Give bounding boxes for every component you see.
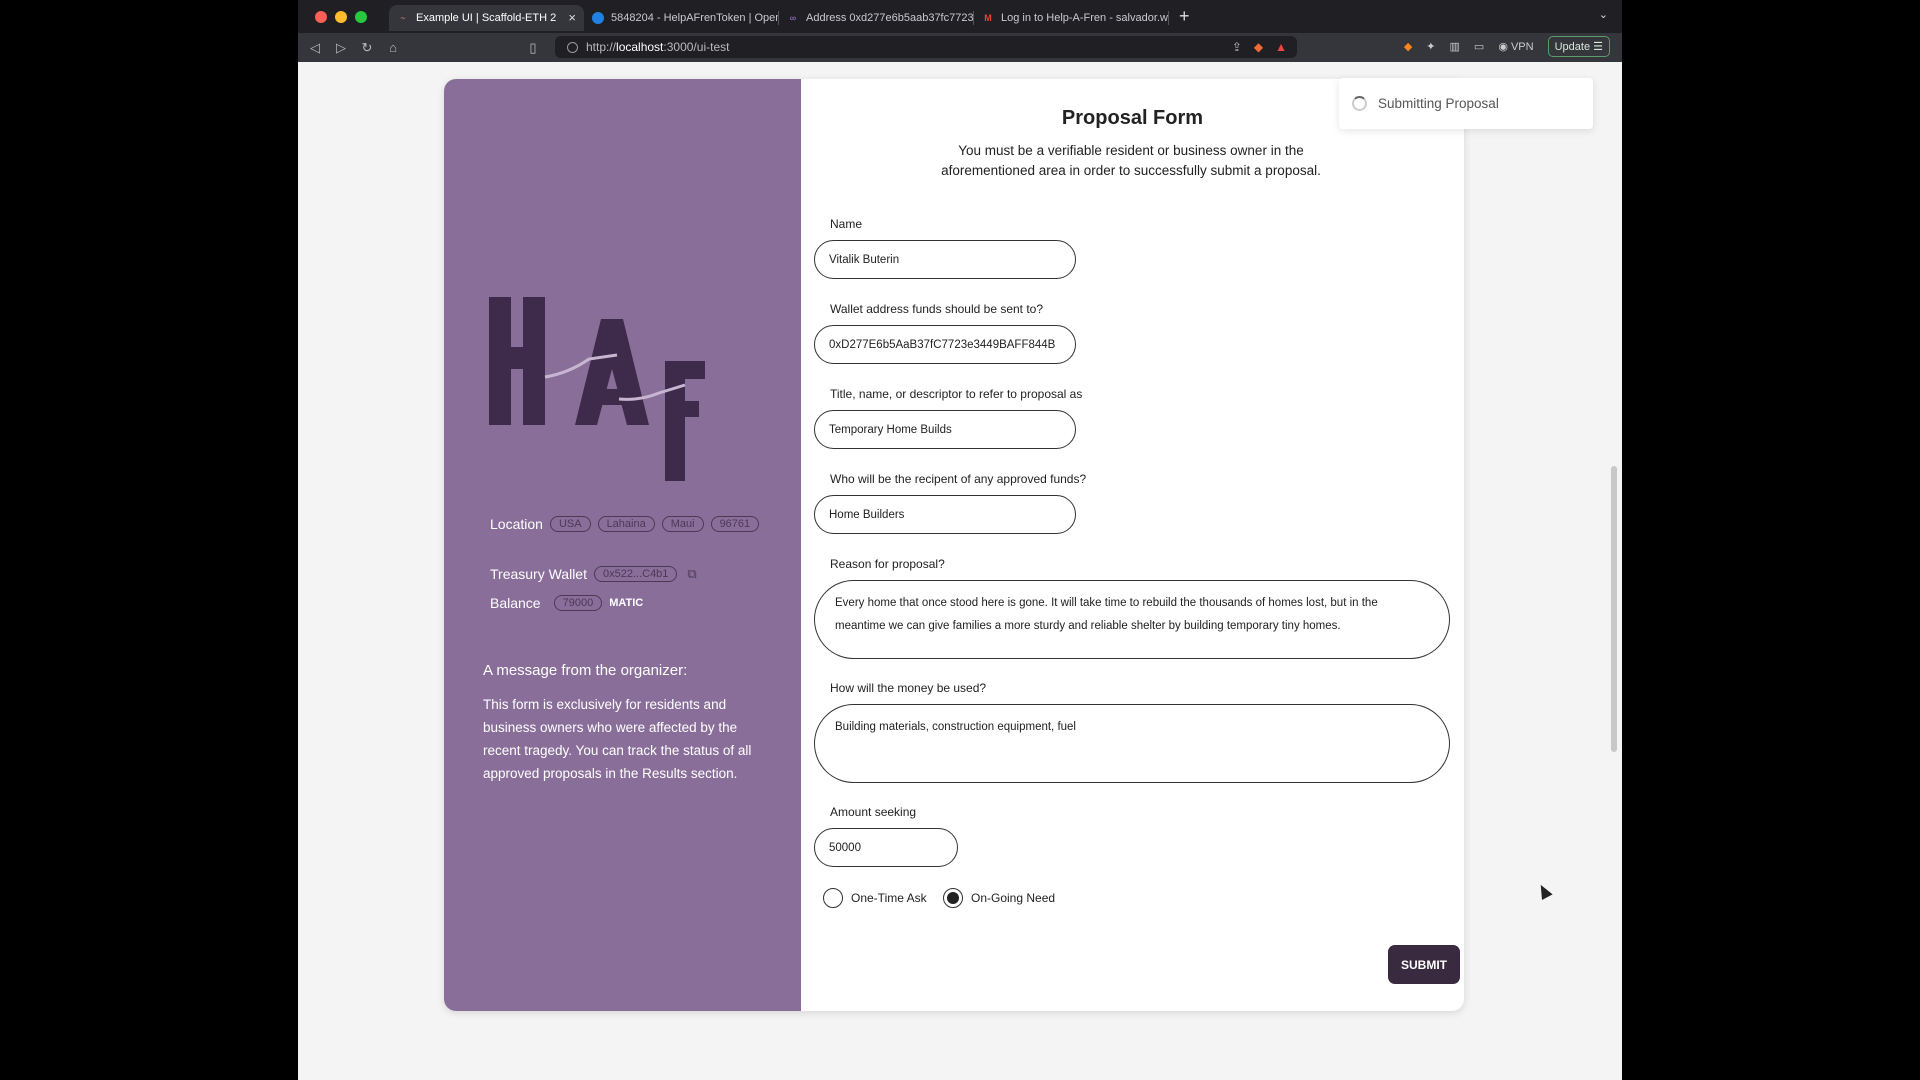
- brave-rewards-icon[interactable]: ▲: [1275, 40, 1287, 54]
- wallet-input[interactable]: 0xD277E6b5AaB37fC7723e3449BAFF844B: [814, 325, 1076, 364]
- usage-label: How will the money be used?: [830, 681, 987, 695]
- close-window-button[interactable]: [315, 10, 327, 23]
- balance-unit: MATIC: [609, 597, 644, 609]
- reload-icon[interactable]: ↻: [354, 40, 380, 56]
- maximize-window-button[interactable]: [355, 10, 367, 23]
- browser-toolbar: ◁ ▷ ↻ ⌂ ▯ http://localhost:3000/ui-test …: [298, 33, 1622, 62]
- recipient-input[interactable]: Home Builders: [814, 495, 1076, 534]
- wallet-label: Wallet address funds should be sent to?: [830, 302, 1044, 316]
- tab-label: Address 0xd277e6b5aab37fc7723e: [806, 11, 974, 24]
- url-path: :3000/ui-test: [663, 40, 730, 54]
- back-icon[interactable]: ◁: [302, 40, 328, 56]
- name-label: Name: [830, 217, 863, 231]
- location-tag: Lahaina: [597, 516, 655, 532]
- tab-gmail[interactable]: M Log in to Help-A-Fren - salvador.w: [974, 5, 1169, 31]
- opensea-icon: [592, 11, 604, 24]
- help-a-fren-logo: [489, 297, 705, 481]
- vpn-label: VPN: [1510, 41, 1534, 53]
- reason-label: Reason for proposal?: [830, 557, 945, 571]
- usage-textarea[interactable]: Building materials, construction equipme…: [814, 704, 1450, 783]
- radio-label: On-Going Need: [971, 891, 1056, 905]
- sidebar-panel: Location USA Lahaina Maui 96761 Treasury…: [444, 79, 801, 1011]
- radio-label: One-Time Ask: [851, 891, 927, 905]
- location-tag: Maui: [661, 516, 704, 532]
- scaffold-icon: ~: [400, 12, 406, 23]
- wallet-icon[interactable]: ▭: [1474, 40, 1484, 53]
- vpn-button[interactable]: ◉ VPN: [1498, 40, 1533, 53]
- sidebar-icon[interactable]: ▥: [1450, 40, 1460, 53]
- submit-button[interactable]: SUBMIT: [1388, 945, 1460, 984]
- treasury-label: Treasury Wallet: [490, 566, 587, 582]
- tab-address[interactable]: ∞ Address 0xd277e6b5aab37fc7723e: [779, 5, 974, 31]
- balance-value: 79000: [553, 595, 603, 611]
- radio-one-time[interactable]: One-Time Ask: [823, 888, 927, 908]
- window-controls: [315, 10, 367, 23]
- reason-textarea[interactable]: Every home that once stood here is gone.…: [814, 580, 1450, 659]
- treasury-row: Treasury Wallet 0x522...C4b1 ⧉: [490, 566, 697, 582]
- brave-shield-icon[interactable]: ◆: [1254, 40, 1263, 54]
- chevron-down-icon[interactable]: ⌄: [1599, 8, 1608, 21]
- radio-ongoing[interactable]: On-Going Need: [943, 888, 1055, 908]
- browser-window: ~ Example UI | Scaffold-ETH 2 × 5848204 …: [298, 0, 1622, 1080]
- tab-label: 5848204 - HelpAFrenToken | OpenS: [611, 11, 779, 24]
- tab-opensea[interactable]: 5848204 - HelpAFrenToken | OpenS: [584, 5, 779, 31]
- location-tag: USA: [549, 516, 591, 532]
- form-subtitle: You must be a verifiable resident or bus…: [941, 143, 1321, 178]
- location-tag: 96761: [710, 516, 760, 532]
- location-label: Location: [490, 516, 543, 532]
- amount-label: Amount seeking: [830, 805, 917, 819]
- spinner-icon: [1352, 96, 1367, 111]
- bookmark-icon[interactable]: ▯: [520, 40, 546, 56]
- organizer-message: This form is exclusively for residents a…: [483, 697, 752, 781]
- update-button[interactable]: Update ☰: [1547, 36, 1610, 57]
- treasury-address: 0x522...C4b1: [593, 566, 678, 582]
- link-icon: ∞: [789, 12, 797, 23]
- tab-label: Log in to Help-A-Fren - salvador.w: [1001, 11, 1168, 24]
- name-input[interactable]: Vitalik Buterin: [814, 240, 1076, 279]
- proposal-title-input[interactable]: Temporary Home Builds: [814, 410, 1076, 449]
- form-panel: Proposal Form You must be a verifiable r…: [801, 79, 1464, 1011]
- tab-bar: ~ Example UI | Scaffold-ETH 2 × 5848204 …: [298, 0, 1622, 33]
- organizer-message-title: A message from the organizer:: [483, 662, 688, 679]
- url-host: localhost: [616, 40, 664, 54]
- new-tab-button[interactable]: +: [1179, 6, 1190, 27]
- radio-button[interactable]: [823, 888, 843, 908]
- proposal-card: Location USA Lahaina Maui 96761 Treasury…: [444, 79, 1464, 1011]
- page-content: Location USA Lahaina Maui 96761 Treasury…: [298, 62, 1622, 1080]
- close-tab-icon[interactable]: ×: [568, 10, 576, 25]
- proposal-title-label: Title, name, or descriptor to refer to p…: [830, 387, 1083, 401]
- radio-button-selected[interactable]: [943, 888, 963, 908]
- mouse-cursor-icon: [1535, 882, 1553, 900]
- scrollbar[interactable]: [1611, 466, 1617, 752]
- metamask-icon[interactable]: ◆: [1404, 40, 1412, 53]
- balance-row: Balance 79000 MATIC: [490, 595, 643, 611]
- extensions-icon[interactable]: ✦: [1426, 40, 1435, 53]
- share-icon[interactable]: ⇪: [1232, 40, 1242, 54]
- location-row: Location USA Lahaina Maui 96761: [490, 516, 760, 532]
- extension-toolbar: ◆ ✦ ▥ ▭ ◉ VPN Update ☰: [1404, 36, 1610, 57]
- gmail-icon: M: [984, 12, 992, 23]
- url-prefix: http://: [586, 40, 617, 54]
- amount-input[interactable]: 50000: [814, 828, 958, 867]
- forward-icon[interactable]: ▷: [328, 40, 354, 56]
- submitting-toast: Submitting Proposal: [1339, 78, 1593, 129]
- copy-icon[interactable]: ⧉: [687, 566, 696, 582]
- tab-label: Example UI | Scaffold-ETH 2: [416, 11, 557, 24]
- home-icon[interactable]: ⌂: [380, 40, 406, 55]
- minimize-window-button[interactable]: [335, 10, 347, 23]
- site-info-icon[interactable]: [567, 41, 578, 53]
- recipient-label: Who will be the recipent of any approved…: [830, 472, 1087, 486]
- toast-message: Submitting Proposal: [1378, 96, 1499, 111]
- balance-label: Balance: [490, 595, 541, 611]
- tab-scaffold[interactable]: ~ Example UI | Scaffold-ETH 2 ×: [389, 4, 584, 31]
- update-label: Update: [1554, 41, 1591, 53]
- address-bar[interactable]: http://localhost:3000/ui-test ⇪ ◆ ▲: [555, 36, 1297, 58]
